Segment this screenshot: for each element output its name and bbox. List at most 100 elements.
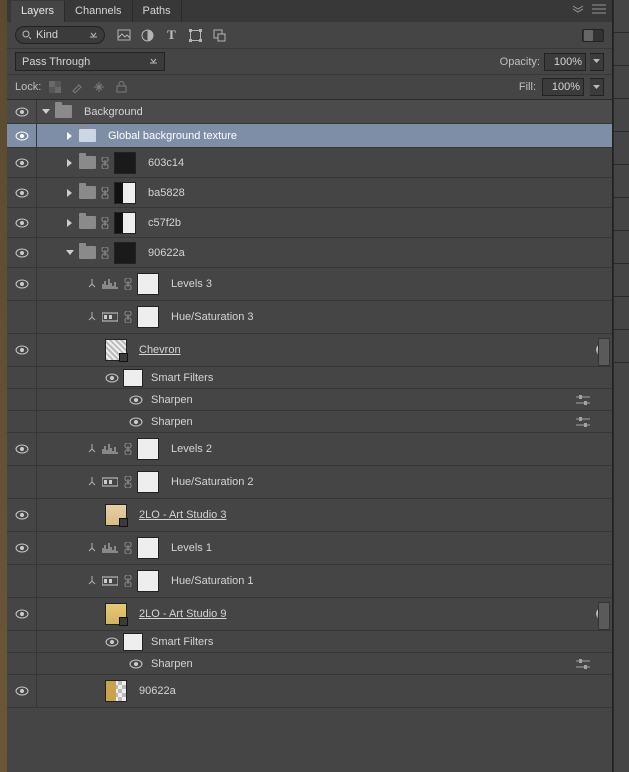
lock-paint-icon[interactable] <box>69 79 85 95</box>
visibility-icon[interactable] <box>129 417 143 427</box>
layer-mask[interactable] <box>137 273 159 295</box>
layer-name[interactable]: 2LO - Art Studio 9 <box>139 608 226 620</box>
layer-mask[interactable] <box>137 570 159 592</box>
smart-object-layer[interactable]: 2LO - Art Studio 9 <box>7 598 612 631</box>
layer-name[interactable]: 2LO - Art Studio 3 <box>139 509 226 521</box>
disclosure-closed-icon[interactable] <box>65 188 75 198</box>
layer-mask[interactable] <box>114 212 136 234</box>
layer-group[interactable]: 90622a <box>7 238 612 268</box>
visibility-toggle[interactable] <box>7 268 37 300</box>
visibility-toggle[interactable] <box>7 433 37 465</box>
scrollbar-thumb[interactable] <box>598 338 610 366</box>
visibility-toggle[interactable] <box>7 675 37 707</box>
filter-name[interactable]: Sharpen <box>151 394 193 406</box>
visibility-icon[interactable] <box>105 637 119 647</box>
collapse-icon[interactable] <box>572 4 584 17</box>
disclosure-closed-icon[interactable] <box>65 158 75 168</box>
visibility-icon[interactable] <box>105 373 119 383</box>
adjustment-layer[interactable]: Levels 2 <box>7 433 612 466</box>
link-icon[interactable] <box>100 186 110 200</box>
filter-item[interactable]: Sharpen <box>7 411 612 433</box>
layer-name[interactable]: Chevron <box>139 344 181 356</box>
visibility-toggle[interactable] <box>7 208 37 237</box>
link-icon[interactable] <box>123 310 133 324</box>
link-icon[interactable] <box>100 156 110 170</box>
link-icon[interactable] <box>123 277 133 291</box>
layer-name[interactable]: Hue/Saturation 2 <box>171 476 254 488</box>
layer-mask[interactable] <box>137 537 159 559</box>
layer-group[interactable]: ba5828 <box>7 178 612 208</box>
layer-mask[interactable] <box>114 152 136 174</box>
filter-options-icon[interactable] <box>576 417 590 427</box>
disclosure-open-icon[interactable] <box>41 107 51 117</box>
panel-menu-icon[interactable] <box>592 4 606 17</box>
fill-dropdown[interactable] <box>590 78 604 96</box>
layer-name[interactable]: Levels 1 <box>171 542 212 554</box>
filter-mask[interactable] <box>123 633 143 651</box>
layer-name[interactable]: 90622a <box>139 685 176 697</box>
visibility-icon[interactable] <box>129 395 143 405</box>
lock-all-icon[interactable] <box>113 79 129 95</box>
layer-group-selected[interactable]: Global background texture <box>7 124 612 148</box>
tab-channels[interactable]: Channels <box>65 1 132 22</box>
visibility-toggle[interactable] <box>7 334 37 366</box>
layer-name[interactable]: c57f2b <box>148 217 181 229</box>
filter-type-icon[interactable]: T <box>163 27 180 44</box>
layer-mask[interactable] <box>114 242 136 264</box>
layer-mask[interactable] <box>137 471 159 493</box>
layer-name[interactable]: Levels 2 <box>171 443 212 455</box>
filter-type-select[interactable]: Kind <box>15 26 105 44</box>
opacity-input[interactable]: 100% <box>544 53 586 71</box>
filter-mask[interactable] <box>123 369 143 387</box>
adjustment-layer[interactable]: Levels 3 <box>7 268 612 301</box>
layer-thumbnail[interactable] <box>105 339 127 361</box>
visibility-toggle[interactable] <box>7 532 37 564</box>
layer-name[interactable]: Hue/Saturation 3 <box>171 311 254 323</box>
filter-adjust-icon[interactable] <box>139 27 156 44</box>
filter-item[interactable]: Sharpen <box>7 389 612 411</box>
scrollbar-thumb[interactable] <box>598 602 610 630</box>
visibility-toggle[interactable] <box>7 100 37 123</box>
blend-mode-select[interactable]: Pass Through <box>15 52 165 71</box>
link-icon[interactable] <box>100 246 110 260</box>
visibility-toggle[interactable] <box>7 124 37 147</box>
layer-thumbnail[interactable] <box>105 504 127 526</box>
filter-options-icon[interactable] <box>576 659 590 669</box>
filter-name[interactable]: Sharpen <box>151 658 193 670</box>
layer-group[interactable]: c57f2b <box>7 208 612 238</box>
layer-name[interactable]: Background <box>84 106 143 118</box>
layer-mask[interactable] <box>137 438 159 460</box>
visibility-toggle[interactable] <box>7 178 37 207</box>
layer-group[interactable]: Background <box>7 100 612 124</box>
filter-name[interactable]: Sharpen <box>151 416 193 428</box>
adjustment-layer[interactable]: Hue/Saturation 2 <box>7 466 612 499</box>
filter-smart-icon[interactable] <box>211 27 228 44</box>
lock-position-icon[interactable] <box>91 79 107 95</box>
smart-object-layer[interactable]: 2LO - Art Studio 3 <box>7 499 612 532</box>
visibility-toggle[interactable] <box>7 499 37 531</box>
adjustment-layer[interactable]: Levels 1 <box>7 532 612 565</box>
disclosure-closed-icon[interactable] <box>65 131 75 141</box>
link-icon[interactable] <box>123 574 133 588</box>
disclosure-closed-icon[interactable] <box>65 218 75 228</box>
filter-toggle[interactable] <box>582 29 604 42</box>
fill-input[interactable]: 100% <box>542 78 584 96</box>
link-icon[interactable] <box>123 442 133 456</box>
layer-mask[interactable] <box>137 306 159 328</box>
lock-transparent-icon[interactable] <box>47 79 63 95</box>
filter-options-icon[interactable] <box>576 395 590 405</box>
visibility-toggle[interactable] <box>7 598 37 630</box>
filter-item[interactable]: Sharpen <box>7 653 612 675</box>
opacity-dropdown[interactable] <box>590 53 604 71</box>
layer-name[interactable]: 603c14 <box>148 157 184 169</box>
filter-pixel-icon[interactable] <box>115 27 132 44</box>
pixel-layer[interactable]: 90622a <box>7 675 612 708</box>
layer-group[interactable]: 603c14 <box>7 148 612 178</box>
tab-layers[interactable]: Layers <box>11 1 65 22</box>
layer-name[interactable]: 90622a <box>148 247 185 259</box>
adjustment-layer[interactable]: Hue/Saturation 3 <box>7 301 612 334</box>
layer-thumbnail[interactable] <box>105 680 127 702</box>
smart-object-layer[interactable]: Chevron <box>7 334 612 367</box>
layer-mask[interactable] <box>114 182 136 204</box>
layer-name[interactable]: Hue/Saturation 1 <box>171 575 254 587</box>
